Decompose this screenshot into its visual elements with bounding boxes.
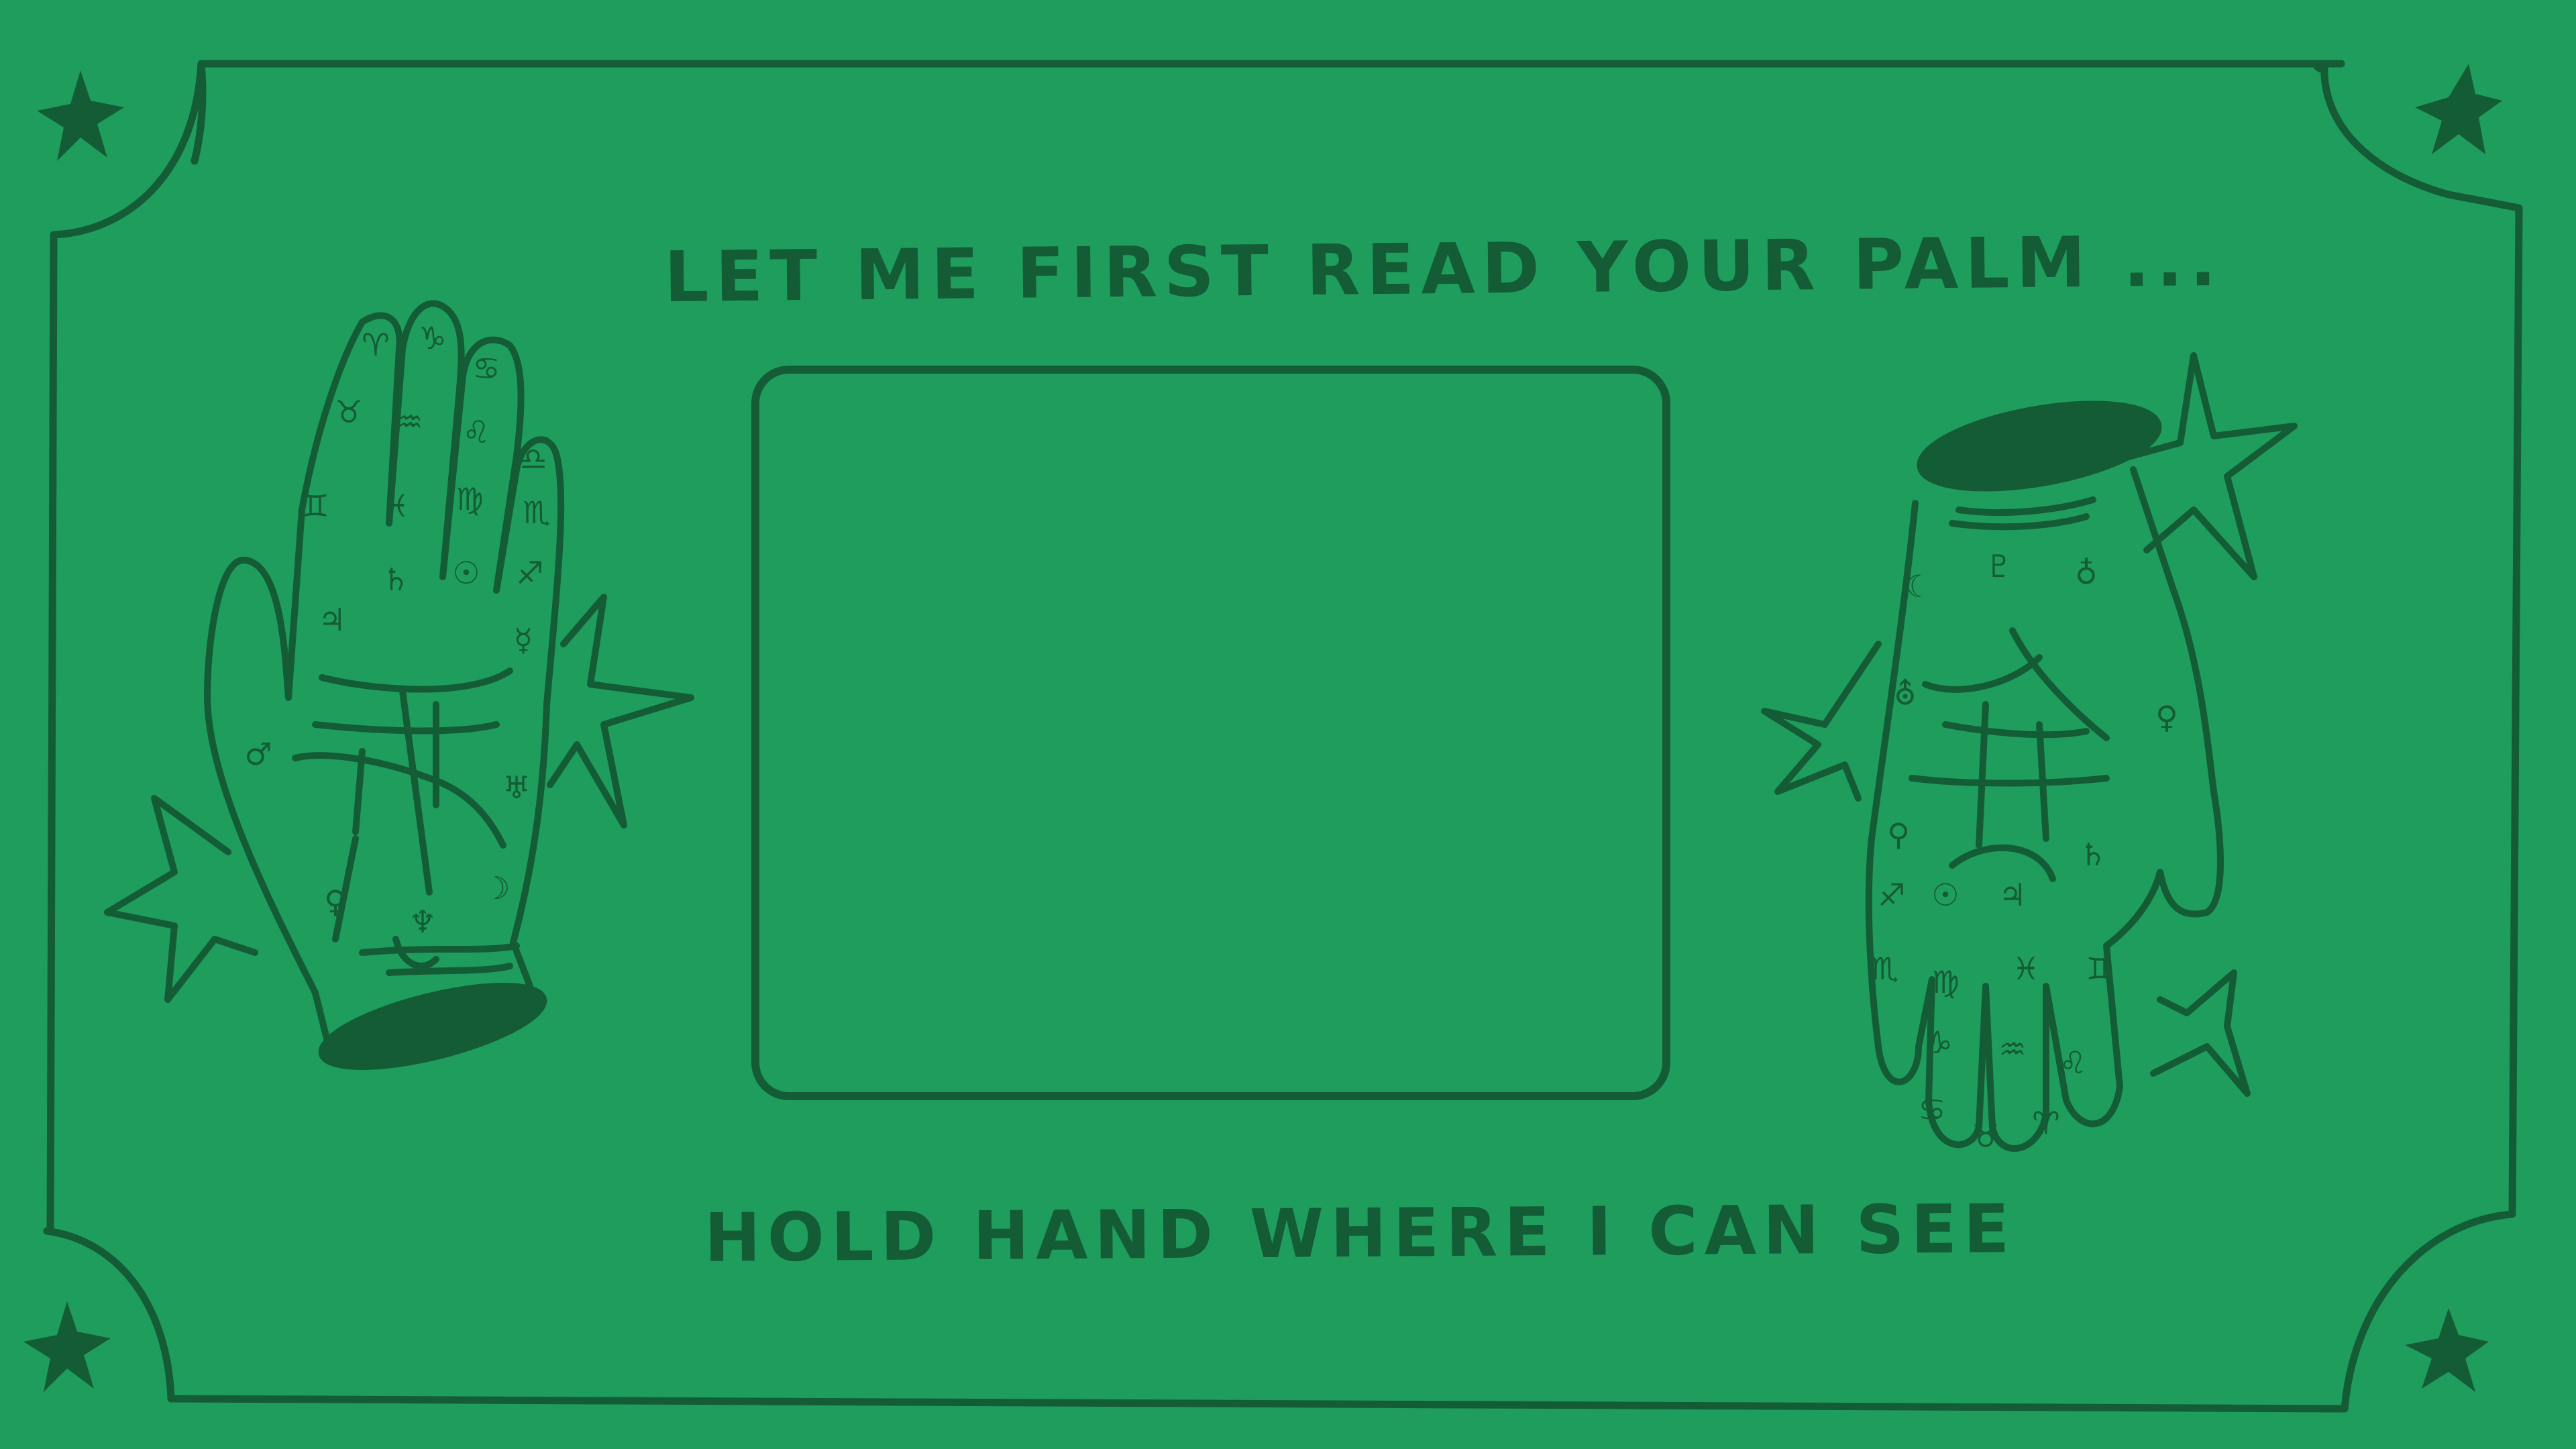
svg-text:♉: ♉ bbox=[1972, 1118, 1999, 1155]
svg-text:♍: ♍ bbox=[455, 481, 483, 517]
svg-text:♌: ♌ bbox=[462, 414, 490, 450]
svg-text:☾: ☾ bbox=[1904, 568, 1932, 604]
svg-text:♁: ♁ bbox=[2075, 555, 2098, 591]
svg-text:☉: ☉ bbox=[452, 555, 480, 591]
palm-reading-screen: ♈ ♑ ♋ ♉ ♒ ♌ ♎ ♊ ♓ ♍ ♏ ♄ ☉ ♐ ♃ ☿ ♂ ♅ ♀ ♆ ☽ ♇ ♁ ☾ ⛢ ♀ ⚲ ♄ ♐ ☉ … bbox=[0, 0, 2576, 1449]
svg-text:♑: ♑ bbox=[419, 320, 446, 356]
svg-text:♉: ♉ bbox=[335, 394, 362, 430]
star-icon bbox=[2415, 64, 2502, 154]
svg-text:♒: ♒ bbox=[1998, 1031, 2026, 1067]
hand-placement-instruction: HOLD HAND WHERE I CAN SEE bbox=[704, 1189, 2017, 1277]
svg-text:♓: ♓ bbox=[382, 488, 409, 524]
svg-text:☉: ☉ bbox=[1931, 877, 1959, 913]
svg-text:♓: ♓ bbox=[2012, 951, 2039, 987]
svg-text:♃: ♃ bbox=[318, 602, 345, 638]
svg-text:♆: ♆ bbox=[409, 904, 436, 940]
right-hand bbox=[1761, 352, 2298, 1152]
svg-text:♊: ♊ bbox=[301, 488, 329, 524]
star-icon bbox=[2405, 1308, 2489, 1392]
svg-text:♀: ♀ bbox=[324, 883, 347, 920]
svg-text:♍: ♍ bbox=[1931, 964, 1959, 1000]
svg-text:♎: ♎ bbox=[519, 441, 547, 477]
svg-text:♋: ♋ bbox=[472, 350, 500, 386]
svg-text:♐: ♐ bbox=[1878, 877, 1905, 913]
svg-text:⛢: ⛢ bbox=[1894, 676, 1917, 712]
svg-text:♄: ♄ bbox=[382, 561, 409, 598]
camera-viewport[interactable] bbox=[751, 366, 1670, 1100]
svg-text:♑: ♑ bbox=[1925, 1024, 1952, 1061]
svg-text:♇: ♇ bbox=[1985, 548, 2012, 584]
palm-prompt-heading: LET ME FIRST READ YOUR PALM ... bbox=[663, 219, 2224, 319]
svg-text:♅: ♅ bbox=[502, 769, 530, 806]
star-icon bbox=[23, 1301, 111, 1392]
svg-text:♐: ♐ bbox=[516, 555, 543, 591]
svg-text:♃: ♃ bbox=[1998, 877, 2026, 913]
svg-text:♈: ♈ bbox=[362, 327, 389, 363]
svg-text:☽: ☽ bbox=[482, 870, 510, 906]
svg-text:♋: ♋ bbox=[1918, 1091, 1945, 1128]
star-icon bbox=[37, 70, 124, 161]
svg-text:♊: ♊ bbox=[2086, 951, 2113, 987]
svg-text:♈: ♈ bbox=[2032, 1105, 2059, 1141]
svg-text:♏: ♏ bbox=[523, 494, 550, 531]
svg-text:♂: ♂ bbox=[244, 736, 272, 772]
svg-text:♏: ♏ bbox=[1871, 951, 1898, 987]
svg-text:♌: ♌ bbox=[2059, 1044, 2086, 1081]
svg-text:⚲: ⚲ bbox=[1887, 816, 1910, 853]
svg-text:☿: ☿ bbox=[514, 622, 533, 658]
svg-text:♄: ♄ bbox=[2079, 837, 2106, 873]
svg-text:♒: ♒ bbox=[395, 404, 423, 440]
svg-text:♀: ♀ bbox=[2155, 699, 2178, 735]
